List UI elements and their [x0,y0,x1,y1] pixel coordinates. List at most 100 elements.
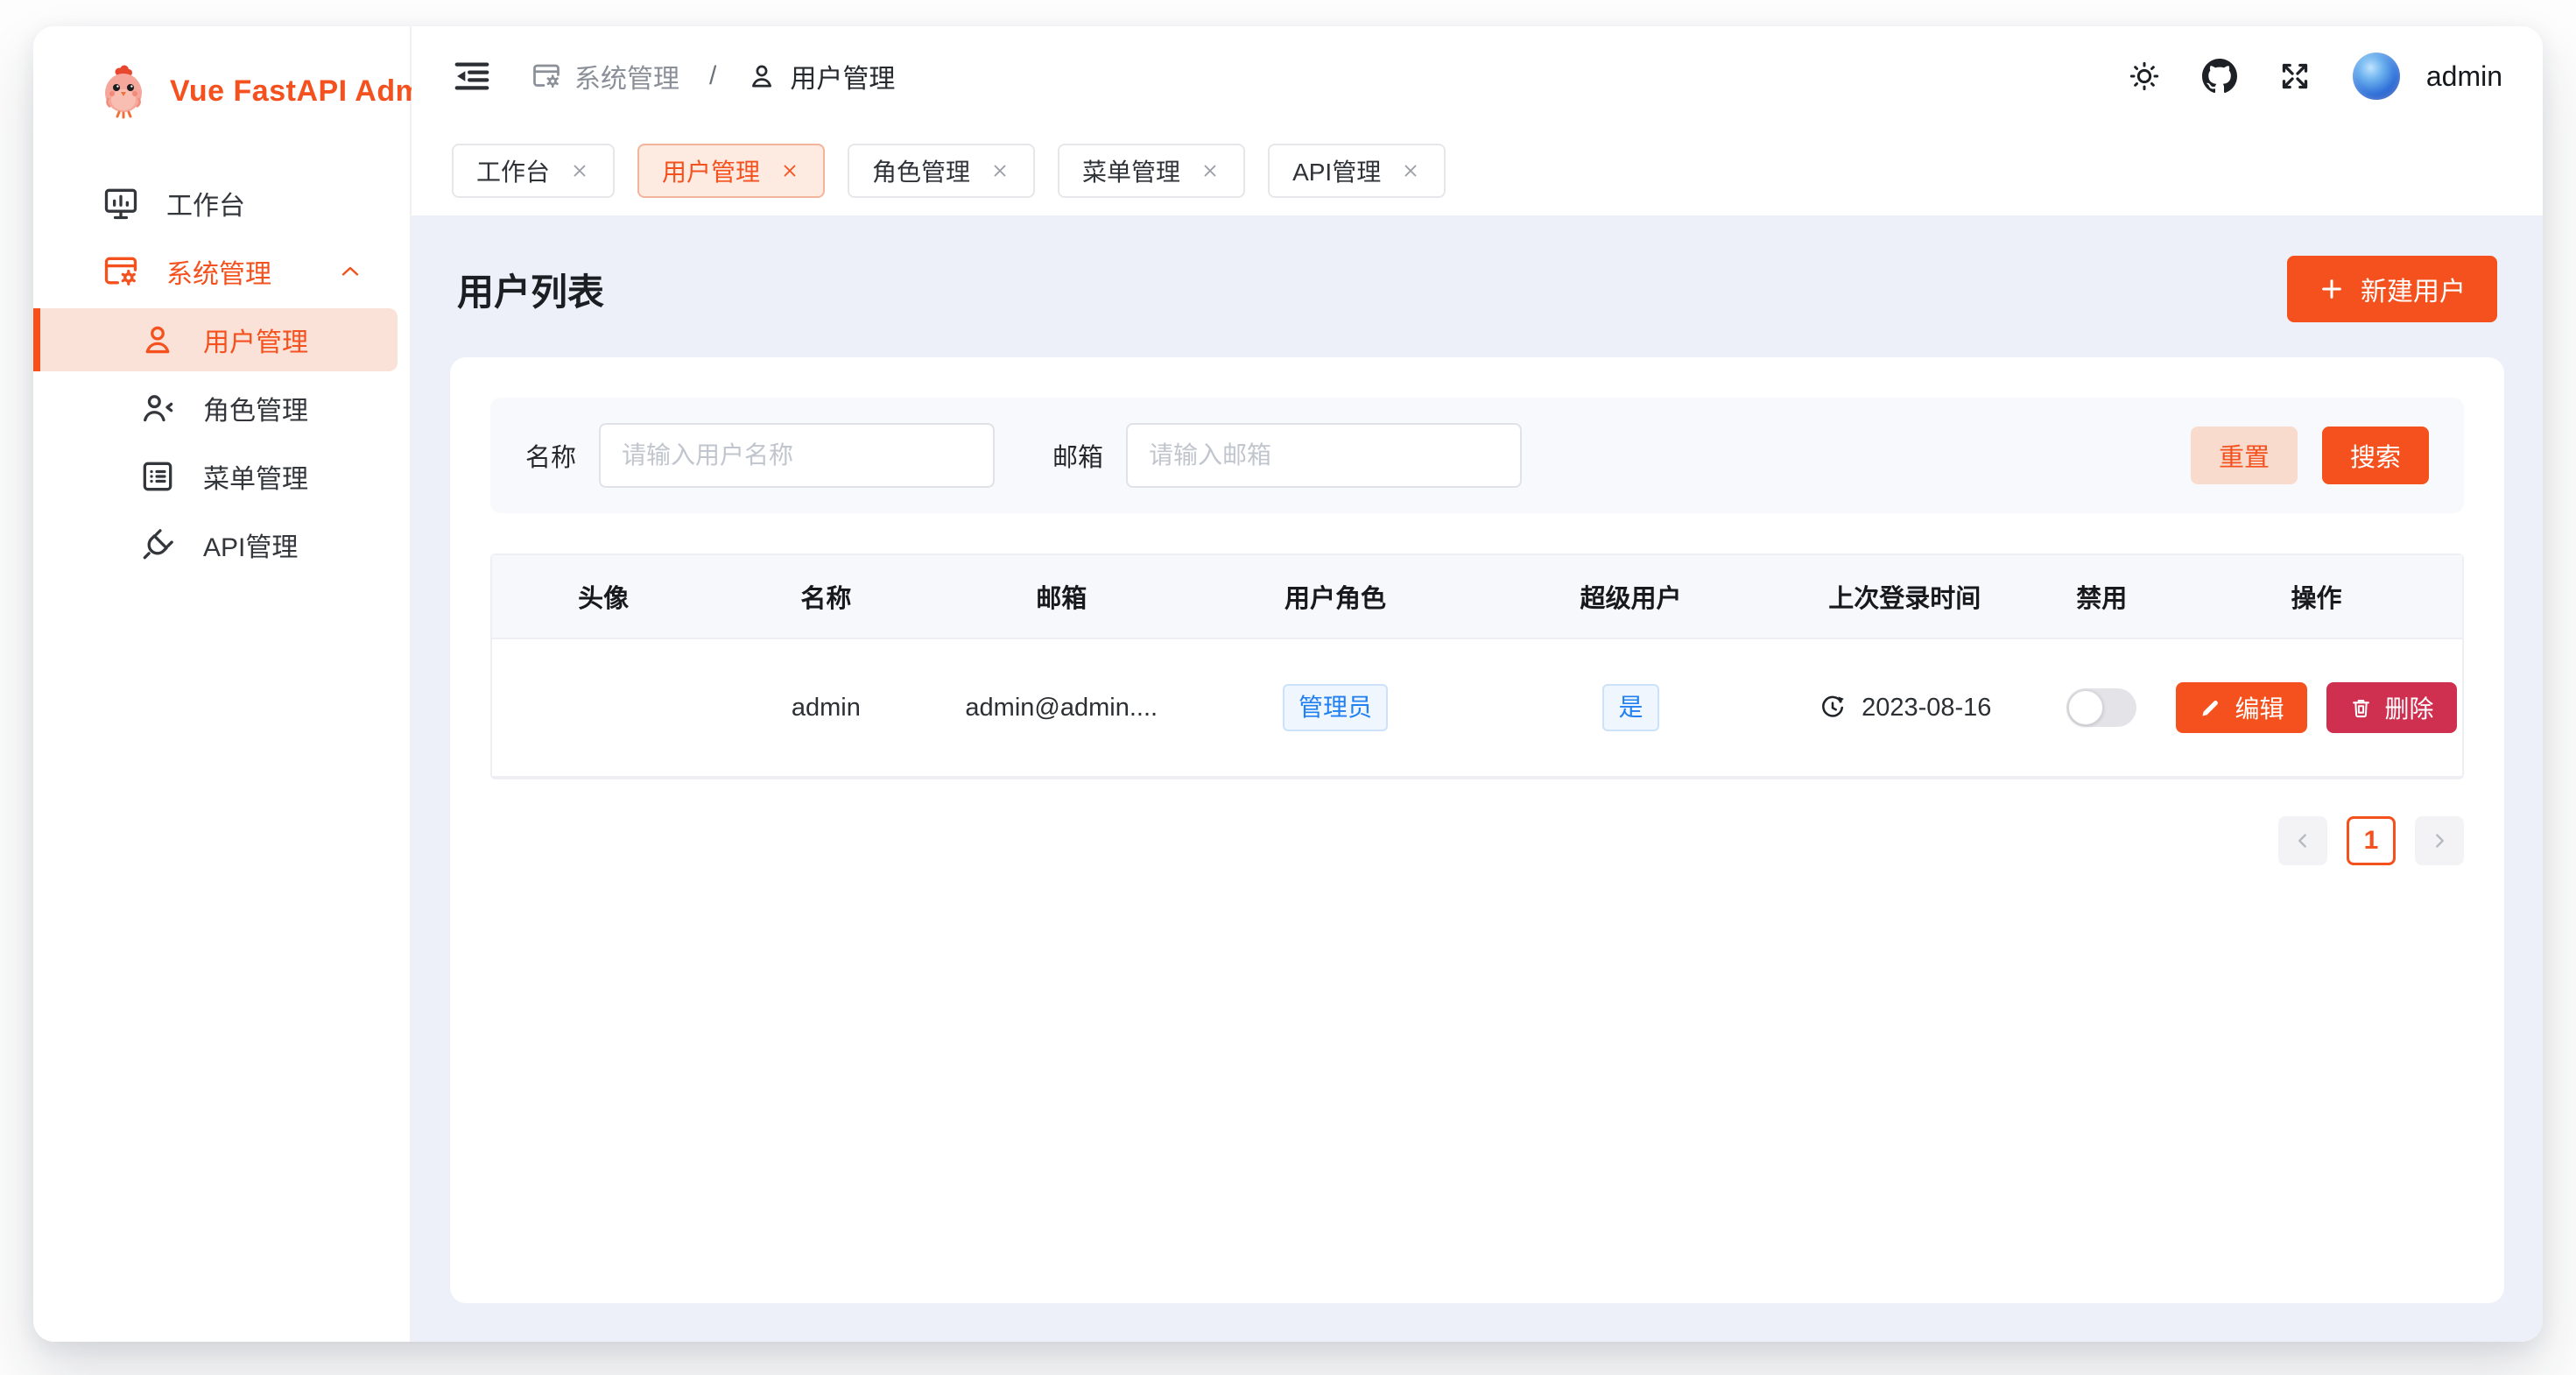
sidebar-item-label: 工作台 [166,184,245,222]
cell-avatar [492,639,714,778]
sidebar-item-label: 角色管理 [203,389,308,427]
col-superuser: 超级用户 [1485,555,1777,639]
main-area: 系统管理 / 用户管理 [412,26,2543,1342]
reset-button[interactable]: 重置 [2191,427,2298,484]
edit-button[interactable]: 编辑 [2176,682,2306,733]
sidebar-item-api[interactable]: API管理 [33,513,398,576]
email-filter-input[interactable] [1126,423,1522,488]
table-header-row: 头像 名称 邮箱 用户角色 超级用户 上次登录时间 禁用 操作 [492,555,2462,639]
breadcrumb-parent-label: 系统管理 [574,57,679,95]
monitor-icon [102,184,140,222]
last-login-value: 2023-08-16 [1862,694,1991,723]
chick-logo-icon [96,63,152,119]
filter-panel: 名称 邮箱 重置 搜索 [490,398,2464,513]
col-email: 邮箱 [938,555,1186,639]
theme-sun-icon[interactable] [2127,59,2162,94]
close-icon[interactable] [569,160,590,181]
trash-icon [2349,696,2373,720]
table-row: admin admin@admin.... 管理员 是 [492,639,2462,778]
breadcrumb-parent[interactable]: 系统管理 [531,57,679,95]
close-icon[interactable] [1400,160,1421,181]
sidebar-item-system[interactable]: 系统管理 [33,240,398,303]
sidebar-item-label: 系统管理 [166,252,271,291]
cell-superuser: 是 [1485,639,1777,778]
sidebar: Vue FastAPI Admin 工作台 系统管理 [33,26,412,1342]
superuser-tag: 是 [1602,684,1658,731]
sidebar-collapse-icon[interactable] [452,56,492,96]
sidebar-item-roles[interactable]: 角色管理 [33,377,398,440]
name-filter-input[interactable] [599,423,995,488]
col-name: 名称 [714,555,937,639]
tab-menus[interactable]: 菜单管理 [1058,144,1245,198]
delete-button-label: 删除 [2385,690,2434,725]
email-filter-label: 邮箱 [1052,437,1103,474]
close-icon[interactable] [989,160,1010,181]
name-filter-label: 名称 [525,437,576,474]
search-button[interactable]: 搜索 [2322,427,2429,484]
cell-email: admin@admin.... [938,639,1186,778]
close-icon[interactable] [779,160,800,181]
logo: Vue FastAPI Admin [33,26,410,140]
sidebar-item-menus[interactable]: 菜单管理 [33,445,398,508]
app-window: Vue FastAPI Admin 工作台 系统管理 [33,26,2543,1342]
toggle-knob [2068,690,2103,725]
pagination-prev-button[interactable] [2278,816,2327,865]
page-content: 用户列表 新建用户 名称 邮箱 重置 搜索 [412,215,2543,1342]
github-icon[interactable] [2202,59,2237,94]
breadcrumb-separator: / [709,61,716,91]
chevron-right-icon [2428,829,2451,852]
tab-workbench[interactable]: 工作台 [452,144,615,198]
disabled-toggle[interactable] [2066,688,2136,727]
pencil-icon [2199,696,2222,720]
cell-actions: 编辑 删除 [2171,639,2462,778]
tab-label: 工作台 [476,153,550,188]
user-icon [746,60,778,92]
sidebar-item-label: 菜单管理 [203,457,308,496]
cell-role: 管理员 [1186,639,1485,778]
tab-roles[interactable]: 角色管理 [848,144,1035,198]
pagination-page-1[interactable]: 1 [2347,816,2396,865]
plus-icon [2319,276,2345,302]
sidebar-item-label: API管理 [203,525,298,564]
sidebar-item-users[interactable]: 用户管理 [33,308,398,371]
fullscreen-icon[interactable] [2277,59,2312,94]
user-avatar[interactable] [2353,53,2400,100]
role-icon [138,389,177,427]
page-title: 用户列表 [457,263,604,316]
tab-label: 菜单管理 [1082,153,1180,188]
cell-disabled [2033,639,2171,778]
new-user-button-label: 新建用户 [2361,270,2466,308]
window-gear-icon [531,60,562,92]
menu-list-icon [138,457,177,496]
close-icon[interactable] [1200,160,1221,181]
col-role: 用户角色 [1186,555,1485,639]
cell-last-login: 2023-08-16 [1777,639,2033,778]
window-gear-icon [102,252,140,291]
edit-button-label: 编辑 [2235,690,2284,725]
user-icon [138,321,177,359]
topbar-actions: admin [2127,53,2502,100]
tab-label: API管理 [1292,153,1381,188]
delete-button[interactable]: 删除 [2326,682,2457,733]
new-user-button[interactable]: 新建用户 [2287,256,2497,322]
clock-history-icon [1818,693,1848,723]
plug-icon [138,525,177,564]
sidebar-item-label: 用户管理 [203,321,308,359]
col-avatar: 头像 [492,555,714,639]
tab-users[interactable]: 用户管理 [637,144,825,198]
tab-label: 用户管理 [662,153,760,188]
pagination-next-button[interactable] [2415,816,2464,865]
pagination: 1 [490,816,2464,865]
col-last-login: 上次登录时间 [1777,555,2033,639]
breadcrumb-current-label: 用户管理 [790,57,895,95]
content-card: 名称 邮箱 重置 搜索 头像 名称 邮箱 用户角色 超级用户 [450,357,2504,1303]
col-disabled: 禁用 [2033,555,2171,639]
topbar: 系统管理 / 用户管理 [412,26,2543,126]
username[interactable]: admin [2426,60,2502,93]
sidebar-item-workbench[interactable]: 工作台 [33,172,398,235]
sidebar-menu: 工作台 系统管理 用户管理 角色管理 [33,166,410,582]
breadcrumb: 系统管理 / 用户管理 [531,57,895,95]
tabbar: 工作台 用户管理 角色管理 菜单管理 API管理 [412,126,2543,215]
tab-label: 角色管理 [872,153,970,188]
tab-api[interactable]: API管理 [1268,144,1446,198]
